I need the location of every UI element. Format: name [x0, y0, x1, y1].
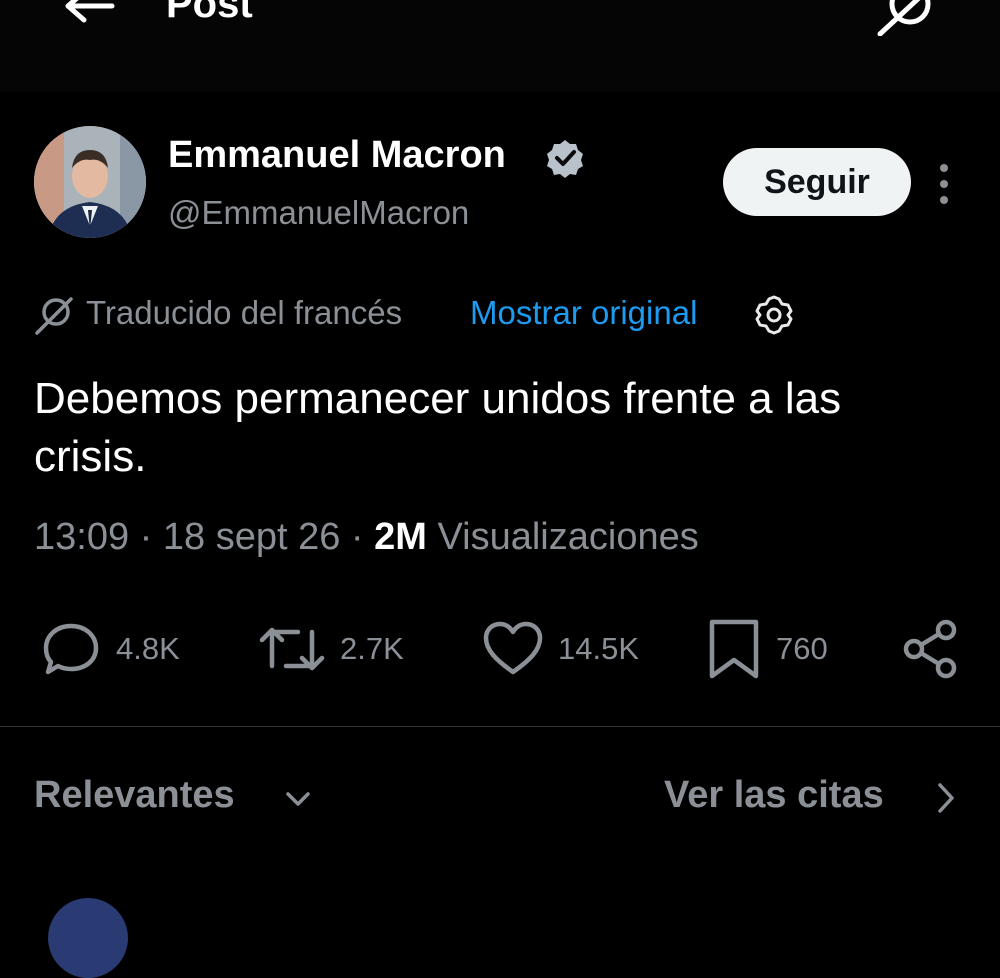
bookmark-icon — [709, 619, 759, 679]
like-button[interactable]: 14.5K — [482, 616, 639, 682]
chevron-down-icon[interactable] — [282, 783, 314, 815]
bookmark-button[interactable]: 760 — [706, 616, 828, 682]
like-count: 14.5K — [558, 631, 640, 666]
view-quotes-link[interactable]: Ver las citas — [664, 774, 884, 817]
more-options-icon[interactable] — [932, 160, 956, 208]
heart-icon — [483, 621, 543, 675]
arrow-left-icon[interactable] — [60, 0, 116, 28]
views-count: 2M — [374, 516, 427, 558]
gear-icon[interactable] — [753, 294, 795, 336]
post-meta: 13:09 · 18 sept 26 · 2M Visualizaciones — [34, 516, 699, 559]
post-time: 13:09 — [34, 516, 130, 558]
post-date: 18 sept 26 — [162, 516, 341, 558]
repost-button[interactable]: 2.7K — [258, 616, 404, 682]
share-icon — [903, 619, 957, 679]
sort-dropdown[interactable]: Relevantes — [34, 774, 235, 817]
reply-count: 4.8K — [116, 631, 180, 666]
meta-separator: · — [139, 516, 163, 558]
post-text: Debemos permanecer unidos frente a las c… — [34, 374, 842, 481]
share-button[interactable] — [900, 616, 962, 682]
verified-badge-icon — [547, 140, 583, 178]
divider — [0, 726, 1000, 727]
bookmark-count: 760 — [776, 631, 828, 666]
views-label[interactable]: Visualizaciones — [438, 516, 699, 558]
avatar[interactable] — [34, 126, 146, 238]
repost-count: 2.7K — [340, 631, 404, 666]
author-name[interactable]: Emmanuel Macron — [168, 134, 506, 177]
author-handle[interactable]: @EmmanuelMacron — [168, 194, 469, 232]
meta-separator: · — [350, 516, 375, 558]
reply-button[interactable]: 4.8K — [40, 616, 180, 682]
repost-icon — [259, 627, 325, 671]
translate-icon — [35, 297, 73, 335]
top-bar — [0, 0, 1000, 92]
follow-button[interactable]: Seguir — [723, 148, 911, 216]
reply-avatar[interactable] — [48, 898, 128, 978]
show-original-link[interactable]: Mostrar original — [470, 294, 697, 332]
page-title: Post — [166, 0, 253, 26]
translate-icon[interactable] — [876, 0, 940, 36]
chevron-right-icon[interactable] — [930, 779, 962, 817]
avatar-photo — [34, 126, 146, 238]
reply-icon — [43, 623, 99, 675]
translation-label: Traducido del francés — [86, 294, 403, 331]
